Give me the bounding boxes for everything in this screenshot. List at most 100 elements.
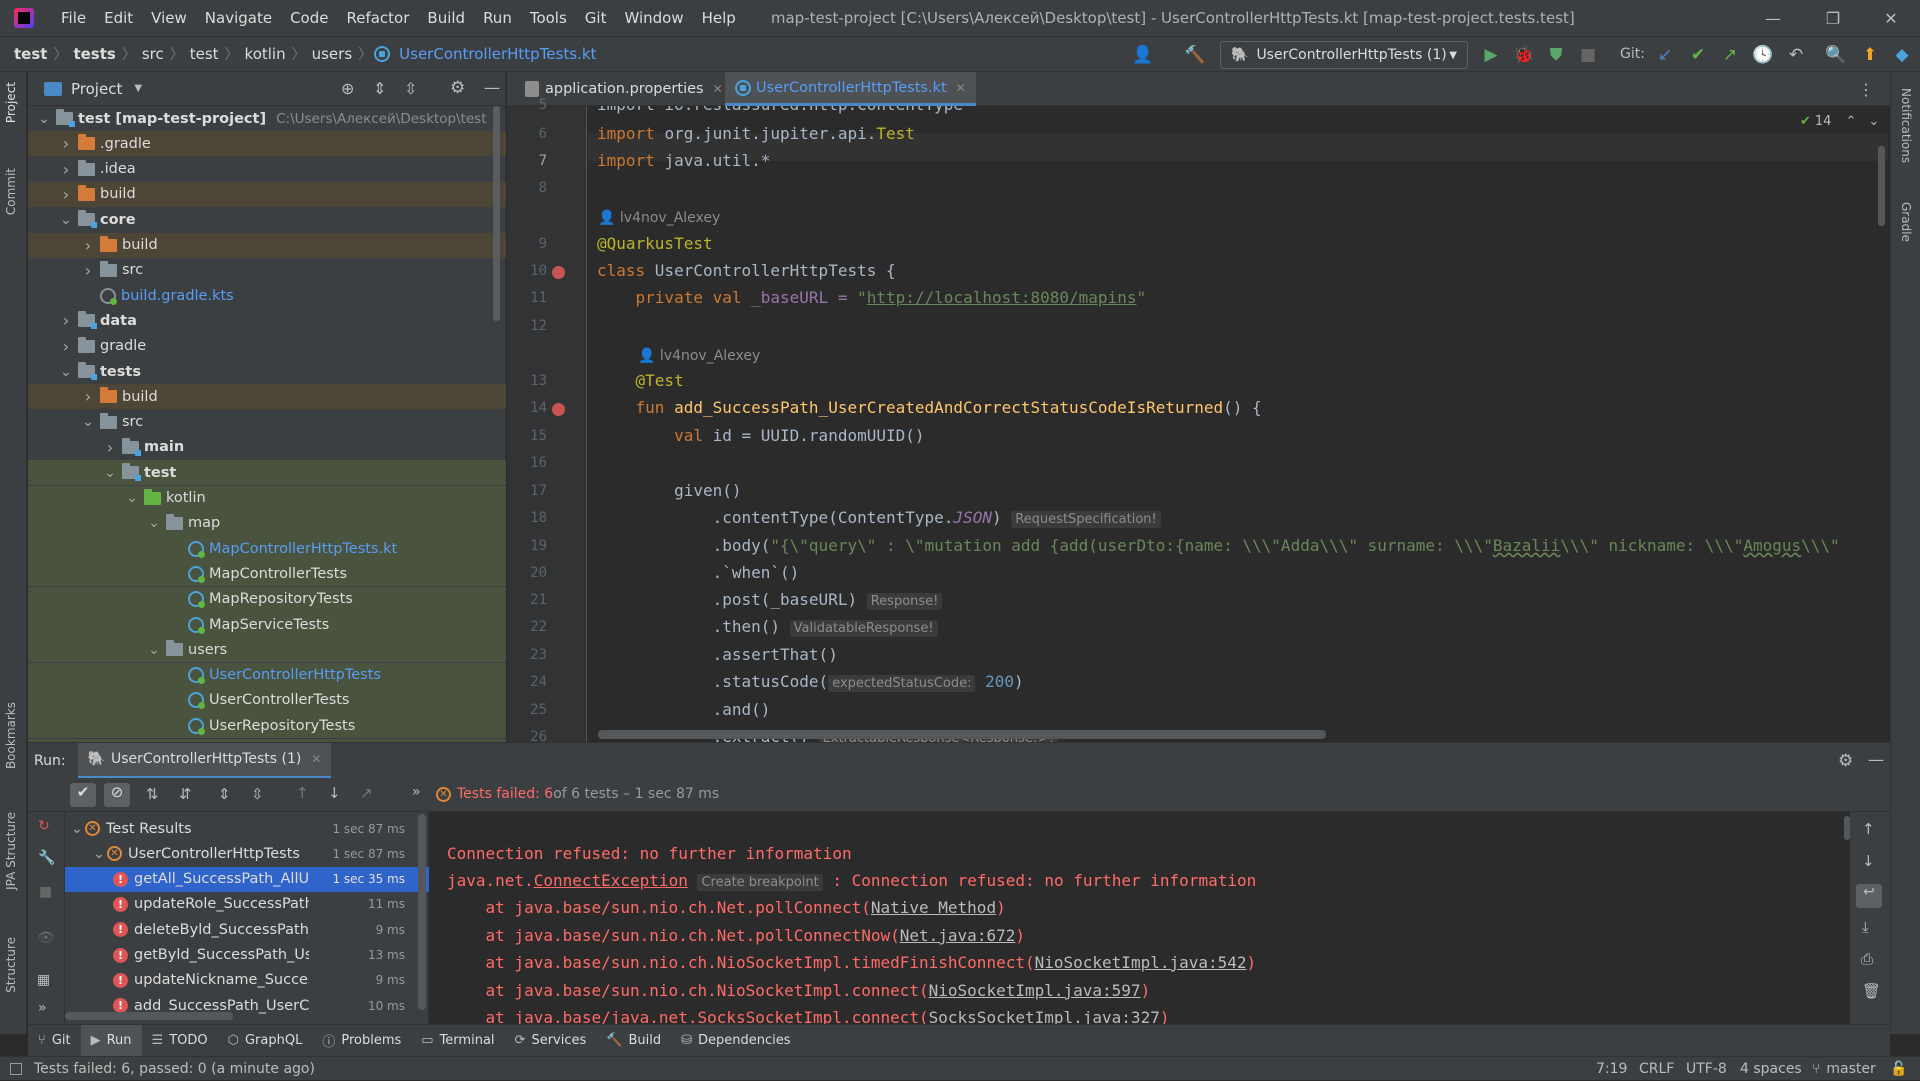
tree-item[interactable]: › main	[28, 435, 506, 460]
tree-item[interactable]: › build	[28, 232, 506, 258]
sort-duration-icon[interactable]: ⇵	[179, 785, 192, 803]
up-arrow-icon[interactable]: ↑	[1862, 820, 1875, 838]
chevron-right-icon[interactable]: ›	[80, 387, 96, 406]
minimize-button[interactable]: —	[1744, 0, 1802, 36]
tree-item[interactable]: MapControllerHttpTests.kt	[28, 536, 506, 562]
soft-wrap-icon[interactable]: ↩	[1856, 884, 1882, 908]
close-tab-icon[interactable]: ✕	[713, 82, 723, 96]
gradle-tool-tab[interactable]: Gradle	[1899, 202, 1913, 242]
menu-git[interactable]: Git	[576, 9, 616, 27]
test-tree-scrollbar[interactable]	[65, 1012, 233, 1020]
tree-item[interactable]: ⌄ users	[28, 637, 506, 663]
test-result-row[interactable]: ! getAll_SuccessPath_AllUse 1 sec 35 ms	[65, 866, 429, 892]
tool-tab-run[interactable]: ▶ Run	[80, 1024, 142, 1057]
chevron-down-icon[interactable]: ⌄	[102, 465, 118, 481]
coverage-icon[interactable]: ⛊	[1546, 45, 1566, 65]
tree-item[interactable]: › data	[28, 308, 506, 333]
stop-icon[interactable]: ■	[39, 884, 52, 900]
rerun-failed-icon[interactable]: ↻	[38, 818, 50, 834]
breadcrumb-item[interactable]: tests	[69, 45, 119, 63]
git-commit-icon[interactable]: ✔	[1688, 45, 1708, 65]
chevron-right-icon[interactable]: ›	[102, 438, 118, 457]
print-icon[interactable]: ⎙	[1861, 950, 1873, 968]
chevron-right-icon[interactable]: ›	[58, 160, 74, 179]
structure-tool-tab[interactable]: Structure	[4, 937, 18, 993]
more-icon[interactable]: »	[38, 1000, 47, 1016]
git-update-icon[interactable]: ↙	[1655, 45, 1675, 65]
tree-item[interactable]: › .idea	[28, 157, 506, 182]
scroll-to-end-icon[interactable]: ⤓	[1862, 918, 1869, 936]
exception-link[interactable]: ConnectException	[534, 871, 688, 890]
build-hammer-icon[interactable]: 🔨	[1184, 45, 1205, 65]
test-result-row[interactable]: ⌄ ✕ UserControllerHttpTests 1 sec 87 ms	[65, 841, 429, 866]
chevron-right-icon[interactable]: ›	[80, 261, 96, 280]
down-arrow-icon[interactable]: ↓	[1862, 852, 1875, 870]
tree-item[interactable]: MapRepositoryTests	[28, 586, 506, 612]
menu-navigate[interactable]: Navigate	[196, 9, 281, 27]
status-message[interactable]: Tests failed: 6, passed: 0 (a minute ago…	[34, 1061, 315, 1077]
test-tree-vscrollbar[interactable]	[418, 814, 426, 1010]
sort-alpha-icon[interactable]: ⇅	[146, 785, 159, 803]
tree-item[interactable]: ⌄ tests	[28, 359, 506, 384]
chevron-down-icon[interactable]: ⌄	[1868, 114, 1879, 129]
breadcrumb-item[interactable]: UserControllerHttpTests.kt	[374, 45, 600, 63]
search-icon[interactable]: 🔍	[1825, 45, 1846, 65]
trash-icon[interactable]: 🗑	[1862, 982, 1881, 1000]
stack-link[interactable]: Net.java:672	[900, 926, 1016, 945]
tool-tab-todo[interactable]: ☰ TODO	[142, 1025, 218, 1057]
eye-icon[interactable]: 👁	[37, 930, 55, 946]
menu-run[interactable]: Run	[474, 9, 521, 27]
stack-link[interactable]: SocksSocketImpl.java:327	[929, 1008, 1160, 1024]
tree-item[interactable]: ⌄ test	[28, 460, 506, 486]
chevron-up-icon[interactable]: ⌃	[1845, 114, 1856, 129]
chevron-down-icon[interactable]: ⌄	[146, 515, 162, 531]
rollback-icon[interactable]: ↶	[1786, 45, 1806, 65]
caret-position[interactable]: 7:19	[1596, 1057, 1627, 1081]
show-ignored-icon[interactable]: ⊘	[104, 783, 130, 807]
layout-toggle-icon[interactable]	[10, 1062, 22, 1075]
lock-icon[interactable]: 🔓	[1890, 1057, 1907, 1081]
stack-link[interactable]: Native Method	[871, 898, 996, 917]
file-encoding[interactable]: UTF-8	[1686, 1057, 1727, 1081]
chevron-right-icon[interactable]: ›	[80, 236, 96, 255]
tool-tab-dependencies[interactable]: ⛁ Dependencies	[671, 1025, 800, 1057]
tree-item[interactable]: ⌄ kotlin	[28, 485, 506, 511]
test-result-row[interactable]: ! getByld_SuccessPath_UserFounc 13 ms	[65, 943, 429, 968]
previous-failed-icon[interactable]: ↑	[296, 784, 309, 802]
layout-icon[interactable]: ▦	[37, 972, 50, 988]
collapse-all-icon[interactable]: ⇳	[404, 79, 417, 98]
test-result-row[interactable]: ! deleteByld_SuccessPath_UserDel 9 ms	[65, 917, 429, 942]
vertical-scrollbar[interactable]	[1878, 146, 1885, 226]
run-test-gutter-icon[interactable]	[552, 266, 565, 279]
menu-window[interactable]: Window	[615, 9, 692, 27]
breadcrumb-item[interactable]: test	[186, 45, 223, 63]
test-result-row[interactable]: ⌄ ✕ Test Results 1 sec 87 ms	[65, 816, 429, 841]
breadcrumb-item[interactable]: src	[138, 45, 168, 63]
breadcrumb-item[interactable]: test	[10, 45, 51, 63]
locate-icon[interactable]: ⊕	[341, 79, 354, 98]
project-view-title[interactable]: Project	[71, 80, 122, 98]
more-icon[interactable]: »	[412, 784, 421, 800]
chevron-down-icon[interactable]: ▼	[134, 83, 142, 94]
code-editor[interactable]: import io.restassured.http.ContentType i…	[588, 106, 1890, 742]
code-author-hint[interactable]: 👤 lv4nov_Alexey	[638, 348, 760, 364]
tool-tab-problems[interactable]: ⓘ Problems	[312, 1025, 411, 1057]
tool-tab-services[interactable]: ⟳ Services	[505, 1025, 597, 1057]
chevron-down-icon[interactable]: ⌄	[80, 414, 96, 430]
tree-item[interactable]: build.gradle.kts	[28, 283, 506, 308]
menu-build[interactable]: Build	[418, 9, 474, 27]
chevron-down-icon[interactable]: ⌄	[58, 212, 74, 228]
stack-link[interactable]: NioSocketImpl.java:542	[1035, 953, 1247, 972]
more-tabs-icon[interactable]: ⋮	[1858, 80, 1874, 99]
import-tests-icon[interactable]: ↗	[360, 784, 373, 802]
menu-tools[interactable]: Tools	[521, 9, 576, 27]
tree-item[interactable]: ⌄ core	[28, 207, 506, 232]
chevron-right-icon[interactable]: ›	[58, 134, 74, 153]
run-test-gutter-icon[interactable]	[552, 403, 565, 416]
tool-tab-build[interactable]: 🔨 Build	[596, 1025, 671, 1057]
updates-icon[interactable]: ⬆	[1860, 45, 1880, 65]
tool-tab-graphql[interactable]: ⬡ GraphQL	[218, 1025, 313, 1057]
tree-item[interactable]: MapControllerTests	[28, 561, 506, 587]
collapse-all-icon[interactable]: ⇳	[251, 785, 264, 803]
restore-button[interactable]: ❐	[1804, 0, 1862, 36]
